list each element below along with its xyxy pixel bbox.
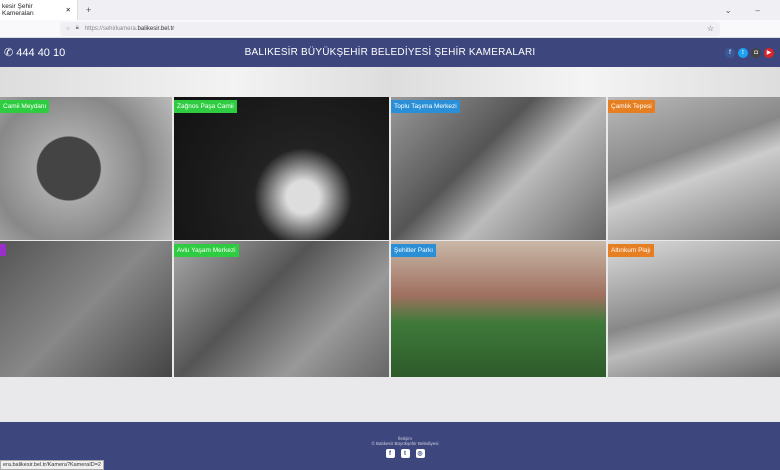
instagram-icon[interactable]: ◎ bbox=[415, 449, 425, 458]
url-prefix: https://sehirkamera. bbox=[84, 25, 138, 32]
camera-label: Şehitler Parkı bbox=[391, 244, 437, 257]
address-bar: ○ 🔒︎ https://sehirkamera.balikesir.bel.tr… bbox=[0, 20, 780, 38]
camera-label: Altınkum Plajı bbox=[608, 244, 654, 257]
minimize-icon[interactable]: – bbox=[756, 6, 760, 15]
lock-icon: 🔒︎ bbox=[75, 25, 79, 31]
social-links: f t ◘ ▶ bbox=[725, 47, 776, 58]
close-tab-icon[interactable]: ✕ bbox=[66, 6, 71, 14]
browser-tab[interactable]: kesir Şehir Kameraları ✕ bbox=[0, 0, 78, 20]
camera-tile[interactable]: Avlu Yaşam Merkezi bbox=[174, 241, 389, 377]
instagram-icon[interactable]: ◘ bbox=[751, 47, 761, 58]
camera-tile[interactable]: Çamlık Tepesi bbox=[608, 97, 780, 240]
new-tab-icon[interactable]: + bbox=[86, 5, 91, 15]
tab-list-icon[interactable]: ⌄ bbox=[725, 6, 732, 15]
youtube-icon[interactable]: ▶ bbox=[764, 47, 774, 58]
decorative-band bbox=[0, 67, 780, 97]
camera-label: Toplu Taşıma Merkezi bbox=[391, 100, 460, 113]
browser-tabbar: kesir Şehir Kameraları ✕ + ⌄ – bbox=[0, 0, 780, 20]
site-header: ✆ 444 40 10 BALIKESİR BÜYÜKŞEHİR BELEDİY… bbox=[0, 38, 780, 67]
page-title: BALIKESİR BÜYÜKŞEHİR BELEDİYESİ ŞEHİR KA… bbox=[244, 47, 536, 58]
camera-label bbox=[0, 244, 6, 256]
status-bar-url: era.balikesir.bel.tr/Kamera?KameraID=2 bbox=[0, 460, 104, 470]
url-input[interactable]: ○ 🔒︎ https://sehirkamera.balikesir.bel.tr… bbox=[60, 21, 720, 36]
camera-tile[interactable] bbox=[0, 241, 172, 377]
camera-tile[interactable]: Toplu Taşıma Merkezi bbox=[391, 97, 606, 240]
camera-tile[interactable]: Altınkum Plajı bbox=[608, 241, 780, 377]
camera-label: Çamlık Tepesi bbox=[608, 100, 655, 113]
camera-tile[interactable]: Camii Meydanı bbox=[0, 97, 172, 240]
facebook-icon[interactable]: f bbox=[385, 449, 395, 458]
camera-tile[interactable]: Zağnos Paşa Camii bbox=[174, 97, 389, 240]
twitter-icon[interactable]: t bbox=[400, 449, 410, 458]
copyright-text: © Balıkesir Büyükşehir Belediyesi bbox=[371, 441, 439, 446]
url-domain: balikesir.bel.tr bbox=[137, 25, 175, 32]
facebook-icon[interactable]: f bbox=[725, 47, 735, 58]
camera-grid: Camii Meydanı Zağnos Paşa Camii Toplu Taşı… bbox=[0, 97, 780, 377]
camera-label: Avlu Yaşam Merkezi bbox=[174, 244, 239, 257]
camera-tile[interactable]: Şehitler Parkı bbox=[391, 241, 606, 377]
tab-title: kesir Şehir Kameraları bbox=[2, 3, 34, 17]
site-footer: İletişim © Balıkesir Büyükşehir Belediye… bbox=[0, 422, 780, 470]
bookmark-star-icon[interactable]: ☆ bbox=[707, 24, 720, 33]
twitter-icon[interactable]: t bbox=[738, 47, 748, 58]
shield-icon: ○ bbox=[66, 25, 70, 32]
camera-label: Camii Meydanı bbox=[0, 100, 50, 113]
phone-number[interactable]: ✆ 444 40 10 bbox=[4, 46, 65, 59]
camera-label: Zağnos Paşa Camii bbox=[174, 100, 237, 113]
phone-text: 444 40 10 bbox=[16, 47, 66, 59]
